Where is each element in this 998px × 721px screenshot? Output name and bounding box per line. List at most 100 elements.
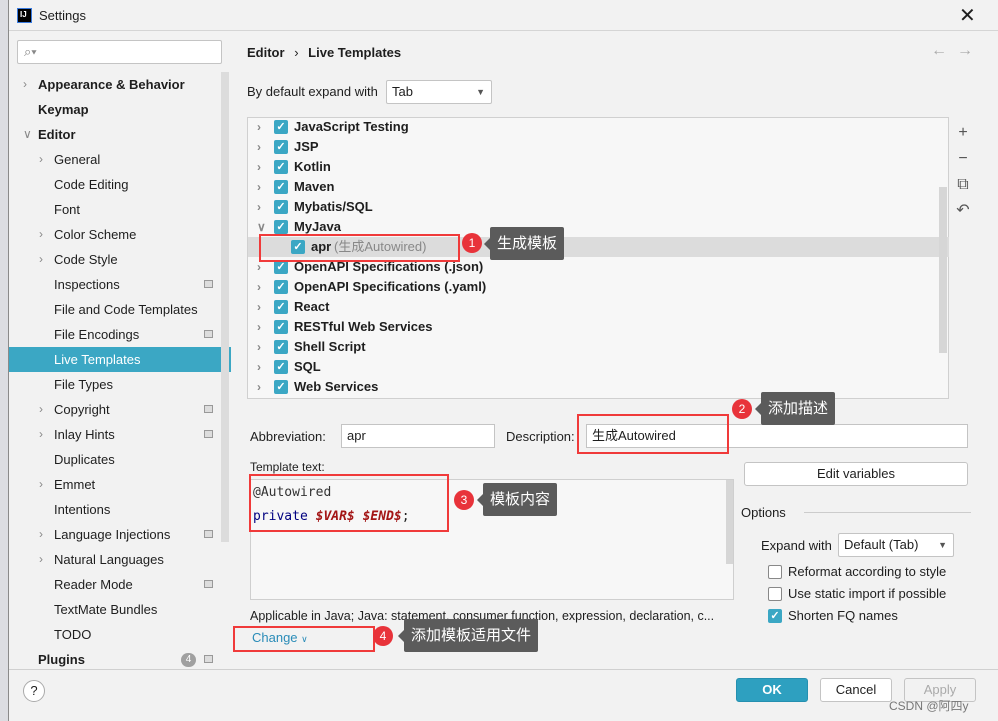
enabled-checkbox[interactable]: ✓ — [274, 220, 288, 234]
sidebar-item-inlay-hints[interactable]: › Inlay Hints — [9, 422, 231, 447]
chevron-right-icon[interactable]: › — [257, 197, 261, 217]
template-group[interactable]: › ✓ React — [249, 297, 949, 317]
enabled-checkbox[interactable]: ✓ — [274, 360, 288, 374]
chevron-right-icon[interactable]: › — [39, 222, 43, 247]
sidebar-item-color-scheme[interactable]: › Color Scheme — [9, 222, 231, 247]
help-button[interactable]: ? — [23, 680, 45, 702]
sidebar-item-general[interactable]: › General — [9, 147, 231, 172]
chevron-right-icon[interactable]: › — [257, 157, 261, 177]
sidebar-item-language-injections[interactable]: › Language Injections — [9, 522, 231, 547]
sidebar-item-duplicates[interactable]: Duplicates — [9, 447, 231, 472]
breadcrumb-parent[interactable]: Editor — [247, 45, 285, 60]
annotation-badge: 4 — [373, 626, 393, 646]
sidebar-item-copyright[interactable]: › Copyright — [9, 397, 231, 422]
tree-scrollbar[interactable] — [939, 187, 947, 353]
template-group[interactable]: › ✓ SQL — [249, 357, 949, 377]
sidebar-item-live-templates[interactable]: Live Templates — [9, 347, 231, 372]
sidebar: › Appearance & Behavior Keymap ∨ Editor › Gene… — [9, 72, 231, 672]
sidebar-scrollbar[interactable] — [221, 72, 229, 542]
template-group[interactable]: › ✓ Web Services — [249, 377, 949, 397]
chevron-right-icon[interactable]: › — [257, 357, 261, 377]
template-group[interactable]: › ✓ Kotlin — [249, 157, 949, 177]
template-group[interactable]: › ✓ Maven — [249, 177, 949, 197]
sidebar-item-label: Intentions — [54, 502, 111, 517]
enabled-checkbox[interactable]: ✓ — [274, 380, 288, 394]
forward-arrow-icon[interactable]: → — [957, 42, 973, 60]
reformat-checkbox[interactable] — [768, 565, 782, 579]
chevron-right-icon[interactable]: › — [257, 117, 261, 137]
sidebar-item-label: Keymap — [38, 102, 89, 117]
chevron-right-icon[interactable]: › — [39, 472, 43, 497]
sidebar-item-code-editing[interactable]: Code Editing — [9, 172, 231, 197]
sidebar-item-intentions[interactable]: Intentions — [9, 497, 231, 522]
chevron-right-icon[interactable]: › — [39, 247, 43, 272]
enabled-checkbox[interactable]: ✓ — [274, 300, 288, 314]
sidebar-item-textmate-bundles[interactable]: TextMate Bundles — [9, 597, 231, 622]
sidebar-item-editor[interactable]: ∨ Editor — [9, 122, 231, 147]
chevron-right-icon[interactable]: › — [39, 397, 43, 422]
cancel-button[interactable]: Cancel — [820, 678, 892, 702]
close-icon[interactable]: ✕ — [959, 3, 976, 28]
sidebar-item-file-encodings[interactable]: File Encodings — [9, 322, 231, 347]
sidebar-item-natural-languages[interactable]: › Natural Languages — [9, 547, 231, 572]
sidebar-item-inspections[interactable]: Inspections — [9, 272, 231, 297]
copy-icon[interactable]: ⧉ — [954, 172, 972, 198]
sidebar-item-file-types[interactable]: File Types — [9, 372, 231, 397]
sidebar-item-keymap[interactable]: Keymap — [9, 97, 231, 122]
chevron-right-icon[interactable]: › — [257, 377, 261, 397]
template-group[interactable]: › ✓ JSP — [249, 137, 949, 157]
chevron-right-icon[interactable]: › — [23, 72, 27, 97]
sidebar-item-emmet[interactable]: › Emmet — [9, 472, 231, 497]
template-group[interactable]: › ✓ JavaScript Testing — [249, 117, 949, 137]
chevron-right-icon[interactable]: › — [39, 547, 43, 572]
enabled-checkbox[interactable]: ✓ — [274, 200, 288, 214]
chevron-right-icon[interactable]: › — [257, 177, 261, 197]
chevron-right-icon[interactable]: › — [257, 317, 261, 337]
enabled-checkbox[interactable]: ✓ — [274, 180, 288, 194]
expand-with-select[interactable]: Default (Tab) ▼ — [838, 533, 954, 557]
chevron-down-icon[interactable]: ∨ — [23, 122, 32, 147]
breadcrumb: Editor › Live Templates — [247, 45, 402, 60]
enabled-checkbox[interactable]: ✓ — [274, 120, 288, 134]
sidebar-search[interactable]: ⌕▾ — [17, 40, 222, 64]
chevron-right-icon[interactable]: › — [39, 522, 43, 547]
sidebar-item-file-and-code-templates[interactable]: File and Code Templates — [9, 297, 231, 322]
project-settings-icon — [204, 580, 213, 588]
remove-icon[interactable]: − — [954, 146, 972, 172]
chevron-right-icon[interactable]: › — [257, 337, 261, 357]
sidebar-item-code-style[interactable]: › Code Style — [9, 247, 231, 272]
sidebar-item-reader-mode[interactable]: Reader Mode — [9, 572, 231, 597]
chevron-right-icon[interactable]: › — [257, 297, 261, 317]
enabled-checkbox[interactable]: ✓ — [274, 320, 288, 334]
chevron-right-icon[interactable]: › — [39, 422, 43, 447]
chevron-right-icon[interactable]: › — [257, 137, 261, 157]
abbreviation-input[interactable]: apr — [341, 424, 495, 448]
sidebar-item-label: Reader Mode — [54, 577, 133, 592]
ok-button[interactable]: OK — [736, 678, 808, 702]
enabled-checkbox[interactable]: ✓ — [274, 160, 288, 174]
enabled-checkbox[interactable]: ✓ — [274, 280, 288, 294]
sidebar-item-todo[interactable]: TODO — [9, 622, 231, 647]
shorten-fq-checkbox[interactable]: ✓ — [768, 609, 782, 623]
add-icon[interactable]: + — [954, 120, 972, 146]
static-import-checkbox[interactable] — [768, 587, 782, 601]
revert-icon[interactable]: ↶ — [954, 198, 972, 224]
template-group[interactable]: › ✓ RESTful Web Services — [249, 317, 949, 337]
expand-select[interactable]: Tab ▼ — [386, 80, 492, 104]
template-group[interactable]: › ✓ OpenAPI Specifications (.yaml) — [249, 277, 949, 297]
back-arrow-icon[interactable]: ← — [931, 42, 947, 60]
template-group[interactable]: › ✓ Shell Script — [249, 337, 949, 357]
editor-scrollbar[interactable] — [726, 480, 733, 564]
sidebar-item-font[interactable]: Font — [9, 197, 231, 222]
template-group[interactable]: › ✓ Mybatis/SQL — [249, 197, 949, 217]
divider — [804, 512, 971, 513]
sidebar-item-appearance-behavior[interactable]: › Appearance & Behavior — [9, 72, 231, 97]
enabled-checkbox[interactable]: ✓ — [274, 260, 288, 274]
enabled-checkbox[interactable]: ✓ — [274, 140, 288, 154]
chevron-right-icon[interactable]: › — [39, 147, 43, 172]
chevron-right-icon[interactable]: › — [257, 277, 261, 297]
annotation-box — [249, 474, 449, 532]
edit-variables-button[interactable]: Edit variables — [744, 462, 968, 486]
title-bar: IJ Settings ✕ — [9, 0, 998, 31]
enabled-checkbox[interactable]: ✓ — [274, 340, 288, 354]
